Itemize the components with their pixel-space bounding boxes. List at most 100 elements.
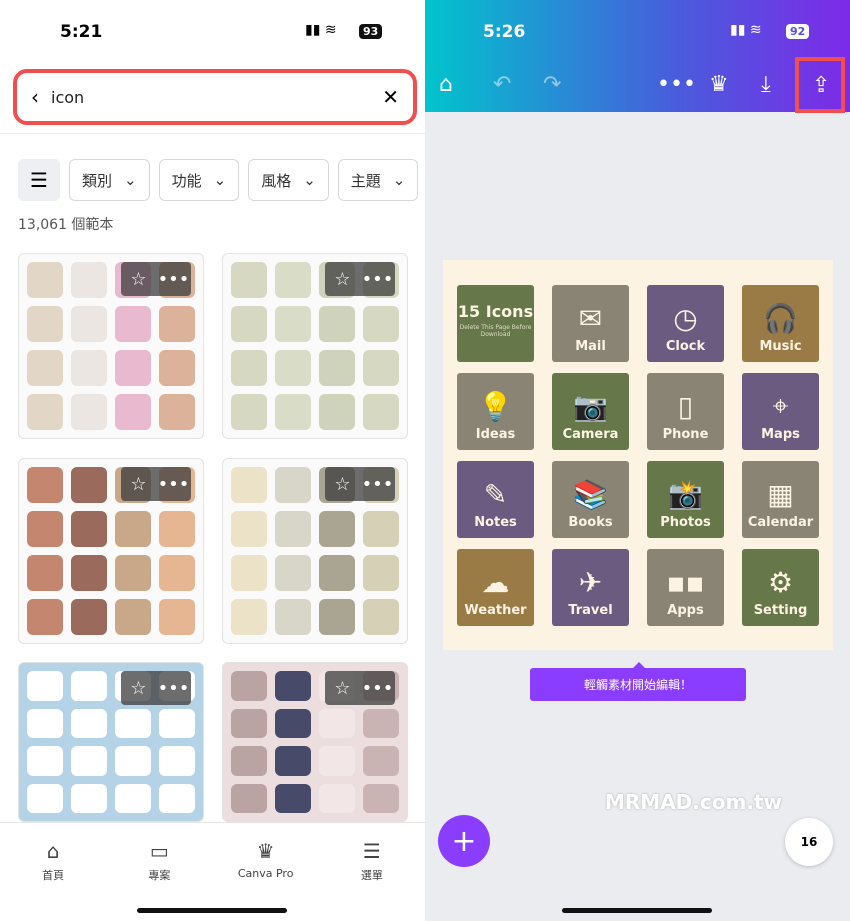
tile-glyph-icon: ✉ (578, 302, 603, 335)
template-thumb-tile (231, 262, 267, 298)
template-thumb-tile (159, 555, 195, 591)
star-icon[interactable]: ☆ (121, 671, 156, 705)
template-card[interactable]: ☆ ••• (222, 458, 408, 644)
filter-category[interactable]: 類別 ⌄ (69, 159, 150, 201)
filter-style[interactable]: 風格 ⌄ (248, 159, 329, 201)
star-icon[interactable]: ☆ (121, 467, 156, 501)
edit-tooltip: 輕觸素材開始編輯！ (530, 662, 746, 701)
nav-home[interactable]: ⌂ 首頁 (0, 823, 106, 921)
icon-tile[interactable]: ☁ Weather (457, 549, 534, 626)
add-button[interactable]: + (438, 815, 490, 867)
nav-label: 選單 (360, 869, 383, 882)
icon-tile[interactable]: ⌖ Maps (742, 373, 819, 450)
more-icon[interactable]: ••• (360, 671, 395, 705)
filter-feature[interactable]: 功能 ⌄ (158, 159, 240, 201)
redo-icon[interactable]: ↷ (543, 72, 561, 97)
star-icon[interactable]: ☆ (121, 262, 156, 296)
search-bar[interactable]: ‹ icon ✕ (13, 69, 417, 125)
template-thumb-tile (319, 555, 355, 591)
clear-icon[interactable]: ✕ (382, 85, 399, 109)
search-input[interactable]: icon (51, 88, 382, 107)
template-thumb-tile (363, 599, 399, 635)
icon-tile[interactable]: ▪▪ Apps (647, 549, 724, 626)
icon-tile[interactable]: 📸 Photos (647, 461, 724, 538)
template-card[interactable]: ☆ ••• (18, 458, 204, 644)
template-thumb-tile (71, 262, 107, 298)
more-icon[interactable]: ••• (156, 671, 191, 705)
more-icon[interactable]: ••• (360, 467, 395, 501)
home-icon: ⌂ (46, 839, 60, 863)
template-card[interactable]: ☆ ••• (222, 662, 408, 822)
tile-glyph-icon: 📷 (573, 390, 608, 423)
template-thumb-tile (159, 511, 195, 547)
tile-sublabel: Delete This Page Before Download (459, 323, 532, 338)
icon-tile[interactable]: 15 Icons Delete This Page Before Download (457, 285, 534, 362)
template-thumb-tile (275, 262, 311, 298)
undo-icon[interactable]: ↶ (493, 72, 511, 97)
star-icon[interactable]: ☆ (325, 671, 360, 705)
template-thumb-tile (275, 511, 311, 547)
filter-bar: ☰ 類別 ⌄ 功能 ⌄ 風格 ⌄ 主題 ⌄ (18, 159, 419, 201)
filter-label: 風格 (261, 171, 292, 190)
filter-settings-icon[interactable]: ☰ (18, 159, 60, 201)
nav-canva-pro[interactable]: ♛ Canva Pro (213, 823, 319, 921)
template-thumb-tile (231, 555, 267, 591)
tile-label: Mail (575, 339, 606, 354)
icon-tile[interactable]: 💡 Ideas (457, 373, 534, 450)
home-icon[interactable]: ⌂ (439, 72, 453, 97)
icon-tile[interactable]: ✉ Mail (552, 285, 629, 362)
chevron-down-icon: ⌄ (303, 171, 316, 189)
editor-screen: 5:26 ▮▮ ≋ 92 ⌂ ↶ ↷ ••• ♛ ⤓ ⇪ 15 Icons Del… (425, 0, 850, 921)
template-thumb-tile (27, 783, 63, 813)
icon-tile[interactable]: ✎ Notes (457, 461, 534, 538)
template-thumb-tile (231, 306, 267, 342)
icon-tile[interactable]: ✈ Travel (552, 549, 629, 626)
template-thumb-tile (71, 306, 107, 342)
star-icon[interactable]: ☆ (325, 262, 360, 296)
nav-projects[interactable]: ▭ 專案 (106, 823, 212, 921)
tile-glyph-icon: ⌖ (772, 389, 789, 422)
tile-label: 15 Icons (457, 301, 534, 321)
icon-tile[interactable]: 📚 Books (552, 461, 629, 538)
star-icon[interactable]: ☆ (325, 467, 360, 501)
icon-tile[interactable]: 📷 Camera (552, 373, 629, 450)
home-indicator (562, 908, 712, 913)
tile-label: Photos (660, 515, 711, 530)
template-card[interactable]: ☆ ••• (222, 253, 408, 439)
tile-glyph-icon: ◷ (673, 302, 698, 335)
more-icon[interactable]: ••• (657, 72, 696, 97)
pages-button[interactable]: 16 (785, 818, 833, 866)
back-icon[interactable]: ‹ (31, 85, 39, 109)
template-thumb-tile (115, 708, 151, 738)
template-card[interactable]: ☆ ••• (18, 253, 204, 439)
template-thumb-tile (319, 306, 355, 342)
share-button[interactable]: ⇪ (795, 57, 845, 113)
more-icon[interactable]: ••• (156, 262, 191, 296)
template-thumb-tile (231, 394, 267, 430)
icon-tile[interactable]: ⚙ Setting (742, 549, 819, 626)
template-thumb-tile (27, 708, 63, 738)
share-icon: ⇪ (812, 73, 831, 98)
nav-label: 專案 (148, 869, 171, 882)
nav-menu[interactable]: ☰ 選單 (319, 823, 425, 921)
design-canvas[interactable]: 15 Icons Delete This Page Before Download… (443, 260, 833, 650)
template-thumb-tile (231, 467, 267, 503)
download-icon[interactable]: ⤓ (761, 72, 771, 97)
tile-glyph-icon: ✈ (578, 566, 603, 599)
template-thumb-tile (27, 394, 63, 430)
icon-tile[interactable]: ▦ Calendar (742, 461, 819, 538)
template-thumb-tile (363, 306, 399, 342)
tile-glyph-icon: 📸 (668, 478, 703, 511)
icon-tile[interactable]: 🎧 Music (742, 285, 819, 362)
crown-icon[interactable]: ♛ (709, 72, 729, 97)
filter-theme[interactable]: 主題 ⌄ (337, 159, 419, 201)
more-icon[interactable]: ••• (156, 467, 191, 501)
icon-tile[interactable]: ▯ Phone (647, 373, 724, 450)
template-thumb-tile (159, 746, 195, 776)
template-card[interactable]: ☆ ••• (18, 662, 204, 822)
template-thumb-tile (363, 746, 399, 776)
template-search-screen: 5:21 ▮▮ ≋ 93 ‹ icon ✕ ☰ 類別 ⌄ 功能 ⌄ 風格 ⌄ 主題 ⌄ … (0, 0, 425, 921)
chevron-down-icon: ⌄ (124, 171, 137, 189)
icon-tile[interactable]: ◷ Clock (647, 285, 724, 362)
more-icon[interactable]: ••• (360, 262, 395, 296)
